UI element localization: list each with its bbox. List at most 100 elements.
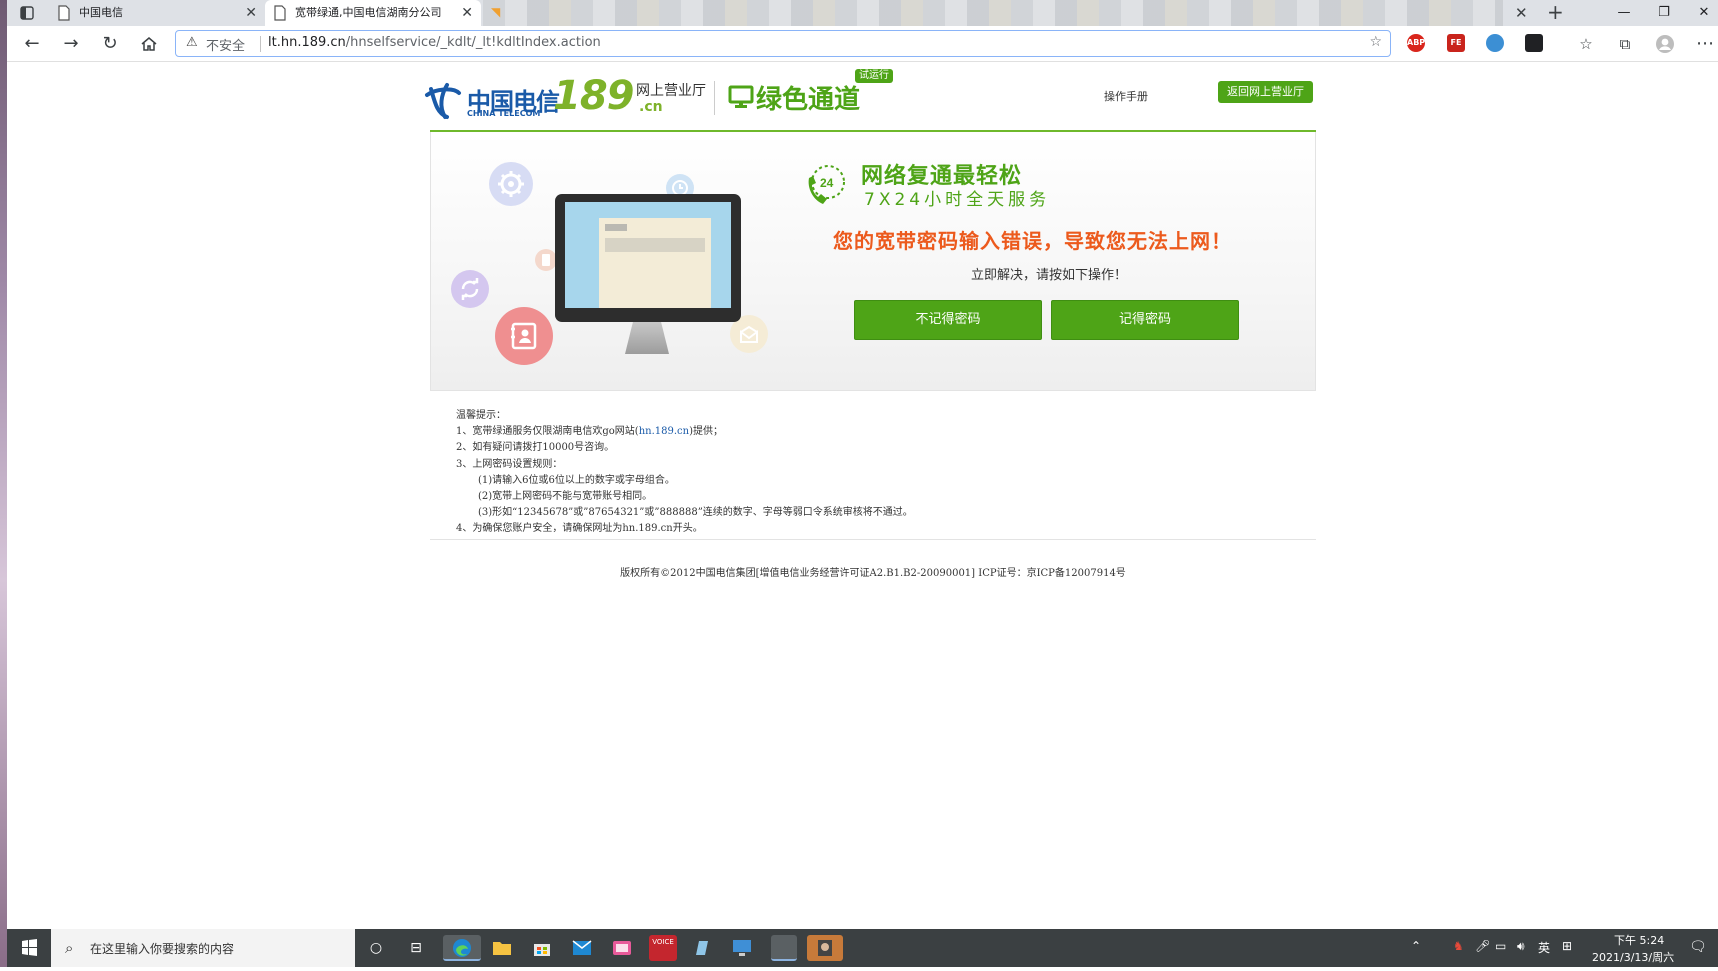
voice-recorder-icon[interactable]: VOICE — [649, 935, 677, 961]
tab-title: 宽带绿通,中国电信湖南分公司 — [295, 6, 442, 19]
notepad-app-icon[interactable] — [689, 935, 715, 961]
tip-item: 1、宽带绿通服务仅限湖南电信欢go网站(hn.189.cn)提供； — [456, 424, 913, 440]
tip-text: )提供； — [689, 426, 723, 438]
page-icon — [57, 5, 73, 21]
close-window-button[interactable]: ✕ — [1684, 0, 1718, 26]
footer-divider — [430, 539, 1316, 540]
tips-section: 温馨提示： 1、宽带绿通服务仅限湖南电信欢go网站(hn.189.cn)提供； … — [456, 408, 913, 538]
close-icon[interactable]: ✕ — [1515, 0, 1528, 26]
reload-button[interactable]: ↻ — [98, 32, 122, 56]
navigation-bar: ← → ↻ ⚠ 不安全 lt.hn.189.cn/hnselfservice/_… — [7, 26, 1718, 62]
extension-icon[interactable] — [1486, 34, 1504, 52]
photos-app-icon[interactable] — [609, 935, 635, 961]
monitor-illustration — [555, 194, 741, 322]
window-illustration — [599, 218, 711, 308]
monitor-stand — [625, 322, 669, 354]
ime-mode-icon[interactable]: ⊞ — [1562, 939, 1572, 953]
more-menu-icon[interactable]: ⋯ — [1693, 32, 1717, 56]
store-icon[interactable] — [529, 935, 555, 961]
active-app-icon[interactable] — [807, 935, 843, 961]
home-button[interactable] — [137, 32, 161, 56]
tab-china-telecom[interactable]: 中国电信 ✕ — [49, 0, 265, 26]
phone-icon — [535, 249, 557, 271]
footer-copyright: 版权所有©2012中国电信集团[增值电信业务经营许可证A2.B1.B2-2009… — [620, 568, 1126, 579]
cortana-icon[interactable]: ○ — [363, 935, 389, 961]
mail-app-icon[interactable] — [569, 935, 595, 961]
collections-icon[interactable]: ⧉ — [1613, 32, 1637, 56]
microphone-icon[interactable]: 🎤︎ — [1475, 939, 1490, 953]
password-rule: (3)形如“12345678”或”87654321”或”888888”连续的数字… — [478, 507, 913, 519]
profile-avatar[interactable] — [1653, 32, 1677, 56]
taskbar: ⌕ 在这里输入你要搜索的内容 ○ ⊟ VOICE ⌃ ♞ 🎤︎ ▭ 🔊︎ 英 ⊞… — [7, 929, 1718, 967]
tip-item: 3、上网密码设置规则： — [456, 458, 563, 470]
tab-bar: 中国电信 ✕ 宽带绿通,中国电信湖南分公司 ✕ ◥ ✕ + — ❐ ✕ — [7, 0, 1718, 26]
contact-icon — [495, 307, 553, 365]
tab-title: 中国电信 — [79, 6, 123, 19]
monitor-icon — [728, 85, 754, 113]
badge-24: 24 — [820, 176, 834, 190]
back-button[interactable]: ← — [20, 32, 44, 56]
forward-button[interactable]: → — [59, 32, 83, 56]
browser-window: 中国电信 ✕ 宽带绿通,中国电信湖南分公司 ✕ ◥ ✕ + — ❐ ✕ ← → … — [0, 0, 1718, 967]
tips-title: 温馨提示： — [456, 410, 506, 421]
monitor-screen — [565, 202, 731, 308]
logo-189: 189 — [553, 73, 634, 119]
china-telecom-logo-icon[interactable] — [423, 81, 463, 125]
tab-strip-blurred — [483, 0, 1503, 26]
url-text[interactable]: lt.hn.189.cn/hnselfservice/_kdlt/_lt!kdl… — [268, 35, 601, 50]
back-to-hall-button[interactable]: 返回网上营业厅 — [1218, 81, 1313, 103]
tip-text: 1、宽带绿通服务仅限湖南电信欢go网站( — [456, 426, 639, 438]
adblock-extension-icon[interactable]: ABP — [1407, 34, 1425, 52]
restore-button[interactable]: ❐ — [1644, 0, 1684, 26]
extension-icon[interactable] — [1525, 34, 1543, 52]
page-icon — [273, 5, 289, 21]
volume-icon[interactable]: 🔊︎ — [1517, 939, 1525, 954]
new-tab-button[interactable]: + — [1547, 0, 1564, 24]
hero-banner: 24 网络复通最轻松 7X24小时全天服务 您的宽带密码输入错误，导致您无法上网… — [430, 132, 1316, 391]
site-link[interactable]: hn.189.cn — [639, 426, 689, 437]
rss-icon: ◥ — [491, 5, 501, 19]
task-view-icon[interactable]: ⊟ — [403, 935, 429, 961]
gear-icon — [489, 162, 533, 206]
manual-link[interactable]: 操作手册 — [1104, 88, 1148, 104]
close-icon[interactable]: ✕ — [461, 0, 473, 26]
window-bar — [605, 238, 705, 252]
divider — [714, 81, 715, 115]
url-host: lt.hn.189.cn — [268, 35, 346, 50]
security-label[interactable]: 不安全 — [206, 35, 245, 54]
tab-broadband-green[interactable]: 宽带绿通,中国电信湖南分公司 ✕ — [265, 0, 481, 26]
tab-actions-icon[interactable] — [19, 5, 35, 21]
fe-extension-icon[interactable]: FE — [1447, 34, 1465, 52]
forgot-password-button[interactable]: 不记得密码 — [854, 300, 1042, 340]
edge-browser-icon[interactable] — [443, 935, 481, 961]
start-button[interactable] — [7, 929, 51, 967]
24h-phone-icon: 24 — [801, 160, 851, 214]
remember-password-button[interactable]: 记得密码 — [1051, 300, 1239, 340]
logo-online-hall: 网上营业厅 — [636, 83, 706, 99]
pinned-app-icon[interactable] — [771, 935, 797, 961]
slogan-subtitle: 7X24小时全天服务 — [864, 190, 1051, 210]
logo-domain: .cn — [639, 99, 663, 115]
chevron-up-icon[interactable]: ⌃ — [1411, 939, 1421, 953]
notification-icon[interactable]: 🗨︎ — [1689, 939, 1707, 955]
address-bar[interactable]: ⚠ 不安全 lt.hn.189.cn/hnselfservice/_kdlt/_… — [175, 30, 1391, 57]
input-language[interactable]: 英 — [1538, 939, 1550, 956]
file-explorer-icon[interactable] — [489, 935, 515, 961]
trial-badge: 试运行 — [855, 69, 893, 83]
search-placeholder: 在这里输入你要搜索的内容 — [90, 942, 235, 956]
green-channel-title: 绿色通道 — [756, 85, 861, 115]
minimize-button[interactable]: — — [1604, 0, 1644, 26]
clock-date[interactable]: 2021/3/13/周六 — [1592, 949, 1674, 965]
error-message: 您的宽带密码输入错误，导致您无法上网！ — [833, 229, 1232, 253]
app-tray-icon[interactable]: ♞ — [1453, 939, 1464, 953]
search-icon: ⌕ — [65, 939, 74, 957]
warning-icon[interactable]: ⚠ — [186, 35, 198, 50]
close-icon[interactable]: ✕ — [245, 0, 257, 26]
clock-time[interactable]: 下午 5:24 — [1614, 932, 1664, 948]
page-content: 中国电信 CHINA TELECOM 189 网上营业厅 .cn 绿色通道 试运… — [7, 63, 1718, 929]
taskbar-search[interactable]: ⌕ 在这里输入你要搜索的内容 — [51, 929, 355, 967]
network-icon[interactable]: ▭ — [1495, 939, 1506, 953]
add-favorite-icon[interactable]: ☆ — [1369, 34, 1382, 50]
favorites-icon[interactable]: ☆ — [1574, 32, 1598, 56]
remote-desktop-icon[interactable] — [729, 935, 755, 961]
